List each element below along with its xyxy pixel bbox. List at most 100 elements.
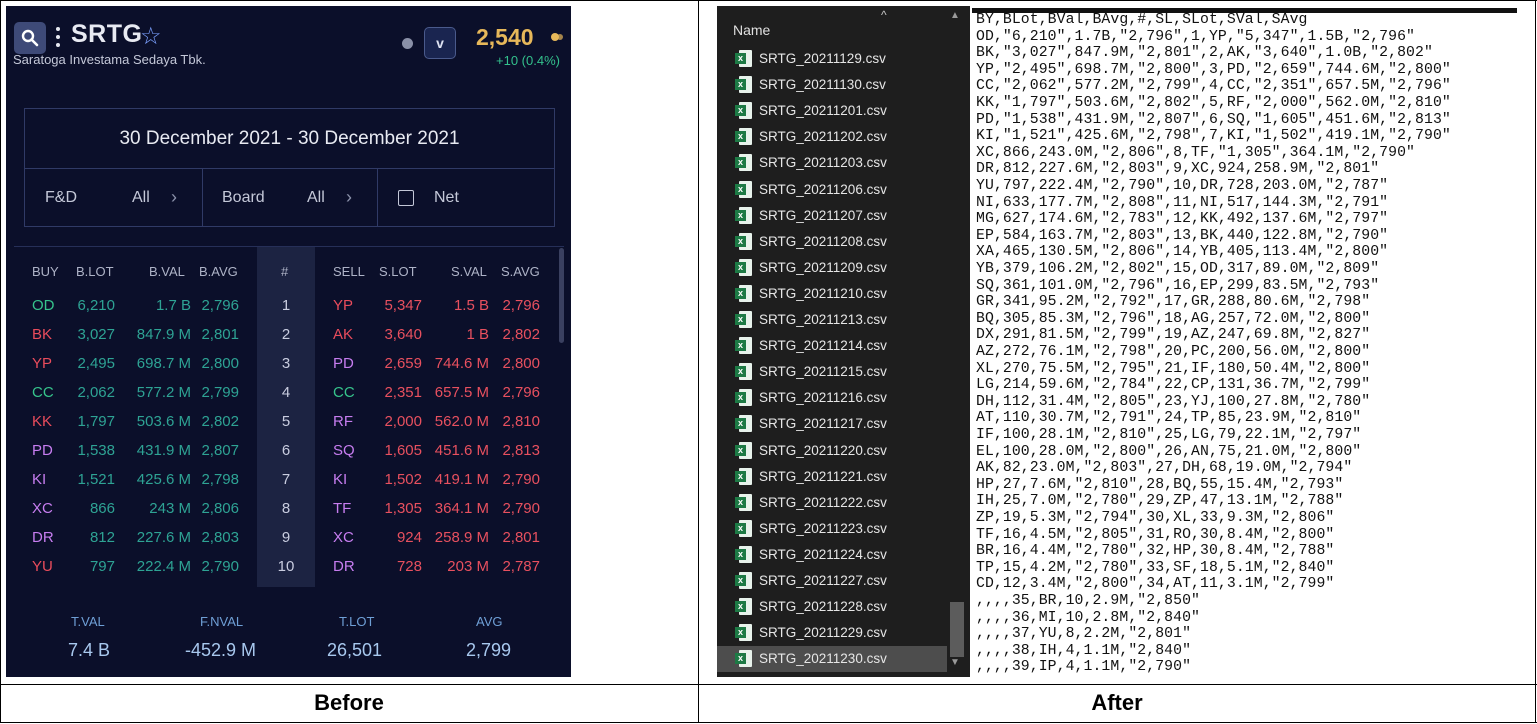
seller-code[interactable]: AK — [333, 326, 353, 343]
file-item[interactable]: x SRTG_20211215.csv — [717, 359, 947, 385]
buy-average: 2,807 — [201, 442, 239, 459]
scroll-down-icon[interactable]: ▼ — [950, 657, 960, 668]
buyer-code[interactable]: KK — [32, 413, 52, 430]
buyer-code[interactable]: YU — [32, 558, 53, 575]
file-item[interactable]: x SRTG_20211203.csv — [717, 150, 947, 176]
sell-average: 2,787 — [502, 558, 540, 575]
buy-value: 847.9 M — [136, 326, 191, 343]
name-column-header[interactable]: Name — [733, 22, 770, 38]
sell-average: 2,813 — [502, 442, 540, 459]
csv-line: NI,633,177.7M,"2,808",11,NI,517,144.3M,"… — [976, 194, 1389, 211]
csv-line: DX,291,81.5M,"2,799",19,AZ,247,69.8M,"2,… — [976, 327, 1371, 344]
buyer-code[interactable]: KI — [32, 471, 46, 488]
csv-line: SQ,361,101.0M,"2,796",16,EP,299,83.5M,"2… — [976, 277, 1380, 294]
date-range-selector[interactable]: 30 December 2021 - 30 December 2021 — [25, 109, 554, 169]
file-item[interactable]: x SRTG_20211208.csv — [717, 229, 947, 255]
board-filter-label[interactable]: Board — [222, 169, 265, 226]
buy-lot: 866 — [89, 500, 115, 517]
sell-value: 657.5 M — [434, 384, 489, 401]
csv-line: AK,82,23.0M,"2,803",27,DH,68,19.0M,"2,79… — [976, 460, 1353, 477]
total-lot: 26,501 — [327, 640, 383, 660]
file-item[interactable]: x SRTG_20211221.csv — [717, 464, 947, 490]
file-name: SRTG_20211214.csv — [759, 338, 887, 354]
price-change: +10 (0.4%) — [496, 53, 560, 68]
v-button[interactable]: v — [424, 27, 456, 59]
divider — [377, 169, 378, 227]
buyer-code[interactable]: OD — [32, 297, 55, 314]
chevron-right-icon[interactable]: › — [346, 169, 352, 226]
seller-code[interactable]: PD — [333, 355, 354, 372]
file-name: SRTG_20211130.csv — [759, 77, 886, 93]
net-checkbox[interactable] — [398, 190, 414, 206]
file-item[interactable]: x SRTG_20211130.csv — [717, 72, 947, 98]
table-border-right — [1535, 0, 1536, 723]
file-item[interactable]: x SRTG_20211206.csv — [717, 177, 947, 203]
scrollbar-thumb[interactable] — [950, 602, 964, 657]
seller-code[interactable]: TF — [333, 500, 351, 517]
file-item[interactable]: x SRTG_20211202.csv — [717, 124, 947, 150]
seller-code[interactable]: CC — [333, 384, 355, 401]
file-item[interactable]: x SRTG_20211214.csv — [717, 333, 947, 359]
file-item[interactable]: x SRTG_20211207.csv — [717, 203, 947, 229]
file-item[interactable]: x SRTG_20211216.csv — [717, 385, 947, 411]
csv-line: BR,16,4.4M,"2,780",32,HP,30,8.4M,"2,788" — [976, 543, 1335, 560]
sell-lot: 924 — [396, 529, 422, 546]
file-name: SRTG_20211227.csv — [759, 573, 887, 588]
file-item[interactable]: x SRTG_20211213.csv — [717, 307, 947, 333]
buyer-code[interactable]: BK — [32, 326, 52, 343]
file-item[interactable]: x SRTG_20211229.csv — [717, 620, 947, 646]
file-item[interactable]: x SRTG_20211129.csv — [717, 46, 947, 72]
file-item[interactable]: x SRTG_20211223.csv — [717, 516, 947, 542]
seller-code[interactable]: XC — [333, 529, 354, 546]
file-item[interactable]: x SRTG_20211228.csv — [717, 594, 947, 620]
buyer-code[interactable]: CC — [32, 384, 54, 401]
file-item[interactable]: x SRTG_20211209.csv — [717, 255, 947, 281]
csv-line: BK,"3,027",847.9M,"2,801",2,AK,"3,640",1… — [976, 45, 1433, 62]
buy-average: 2,798 — [201, 471, 239, 488]
board-filter-value[interactable]: All — [307, 169, 325, 226]
file-item[interactable]: x SRTG_20211224.csv — [717, 542, 947, 568]
seller-code[interactable]: SQ — [333, 442, 355, 459]
buyer-code[interactable]: XC — [32, 500, 53, 517]
search-button[interactable] — [14, 22, 46, 54]
file-item[interactable]: x SRTG_20211230.csv — [717, 646, 947, 673]
csv-line: YU,797,222.4M,"2,790",10,DR,728,203.0M,"… — [976, 178, 1389, 194]
file-item[interactable]: x SRTG_20211227.csv — [717, 568, 947, 594]
rank-number: 2 — [281, 326, 291, 343]
rank-number: 4 — [281, 384, 291, 401]
file-item[interactable]: x SRTG_20211222.csv — [717, 490, 947, 516]
seller-code[interactable]: RF — [333, 413, 353, 430]
file-item[interactable]: x SRTG_20211220.csv — [717, 438, 947, 464]
more-menu-icon[interactable] — [55, 24, 61, 50]
file-item[interactable]: x SRTG_20211210.csv — [717, 281, 947, 307]
excel-file-icon: x — [735, 467, 752, 485]
sell-average: 2,790 — [502, 500, 540, 517]
fd-filter-label[interactable]: F&D — [45, 169, 77, 226]
seller-code[interactable]: KI — [333, 471, 347, 488]
file-name: SRTG_20211210.csv — [759, 285, 887, 301]
file-name: SRTG_20211202.csv — [759, 129, 887, 145]
buyer-code[interactable]: YP — [32, 355, 52, 372]
rank-number: 6 — [281, 442, 291, 459]
watchlist-star-icon[interactable]: ☆ — [140, 22, 162, 51]
buy-value: 243 M — [149, 500, 191, 517]
sort-caret-icon[interactable]: ^ — [881, 8, 887, 22]
chevron-right-icon[interactable]: › — [171, 169, 177, 226]
buy-lot: 6,210 — [77, 297, 115, 314]
csv-line: TP,15,4.2M,"2,780",33,SF,18,5.1M,"2,840" — [976, 559, 1335, 576]
seller-code[interactable]: DR — [333, 558, 355, 575]
scroll-up-icon[interactable]: ▲ — [950, 10, 960, 21]
file-item[interactable]: x SRTG_20211201.csv — [717, 98, 947, 124]
explorer-scrollbar[interactable]: ▲ ▼ — [947, 10, 967, 674]
excel-file-icon: x — [735, 519, 752, 537]
buyer-code[interactable]: DR — [32, 529, 54, 546]
file-item[interactable]: x SRTG_20211217.csv — [717, 411, 947, 437]
seller-code[interactable]: YP — [333, 297, 353, 314]
buyer-code[interactable]: PD — [32, 442, 53, 459]
fd-filter-value[interactable]: All — [132, 169, 150, 226]
sell-value: 258.9 M — [434, 529, 489, 546]
file-name: SRTG_20211206.csv — [759, 181, 887, 197]
divider — [202, 169, 203, 227]
excel-file-icon: x — [735, 572, 752, 589]
scrollbar-thumb[interactable] — [559, 248, 564, 343]
